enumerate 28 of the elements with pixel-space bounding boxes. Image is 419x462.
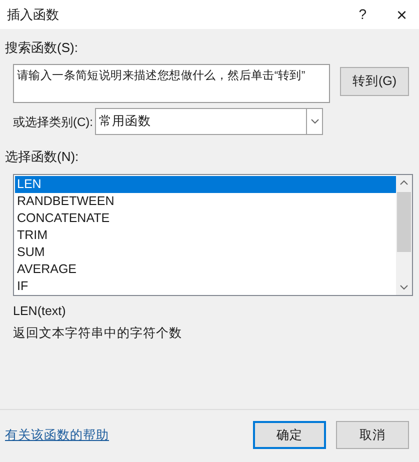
- caret-icon: [310, 119, 318, 124]
- function-item[interactable]: RANDBETWEEN: [15, 193, 396, 210]
- category-value: 常用函数: [98, 113, 152, 130]
- search-label: 搜索函数(S):: [5, 39, 79, 56]
- function-list[interactable]: LEN RANDBETWEEN CONCATENATE TRIM SUM AVERAGE IF: [13, 174, 413, 296]
- category-dropdown[interactable]: 常用函数: [95, 108, 323, 135]
- function-item[interactable]: AVERAGE: [15, 261, 396, 278]
- function-description: 返回文本字符串中的字符个数: [13, 325, 183, 342]
- scroll-thumb[interactable]: [397, 192, 411, 252]
- window-title: 插入函数: [7, 6, 59, 24]
- function-item[interactable]: IF: [15, 278, 396, 295]
- help-button[interactable]: ?: [358, 4, 366, 25]
- cancel-button[interactable]: 取消: [336, 421, 409, 449]
- function-item[interactable]: CONCATENATE: [15, 210, 396, 227]
- category-label: 或选择类别(C):: [13, 114, 93, 130]
- function-list-label: 选择函数(N):: [5, 148, 80, 165]
- function-item[interactable]: LEN: [15, 176, 396, 193]
- scroll-up-icon[interactable]: [400, 180, 408, 185]
- function-syntax: LEN(text): [13, 303, 67, 320]
- close-button[interactable]: ×: [396, 6, 407, 24]
- go-button[interactable]: 转到(G): [340, 67, 409, 96]
- function-item[interactable]: TRIM: [15, 227, 396, 244]
- search-field[interactable]: 请输入一条简短说明来描述您想做什么，然后单击“转到”: [13, 64, 330, 103]
- scrollbar[interactable]: [396, 175, 412, 295]
- function-item[interactable]: SUM: [15, 244, 396, 261]
- ok-button[interactable]: 确定: [253, 421, 326, 449]
- scroll-down-icon[interactable]: [400, 285, 408, 290]
- help-link[interactable]: 有关该函数的帮助: [5, 426, 109, 444]
